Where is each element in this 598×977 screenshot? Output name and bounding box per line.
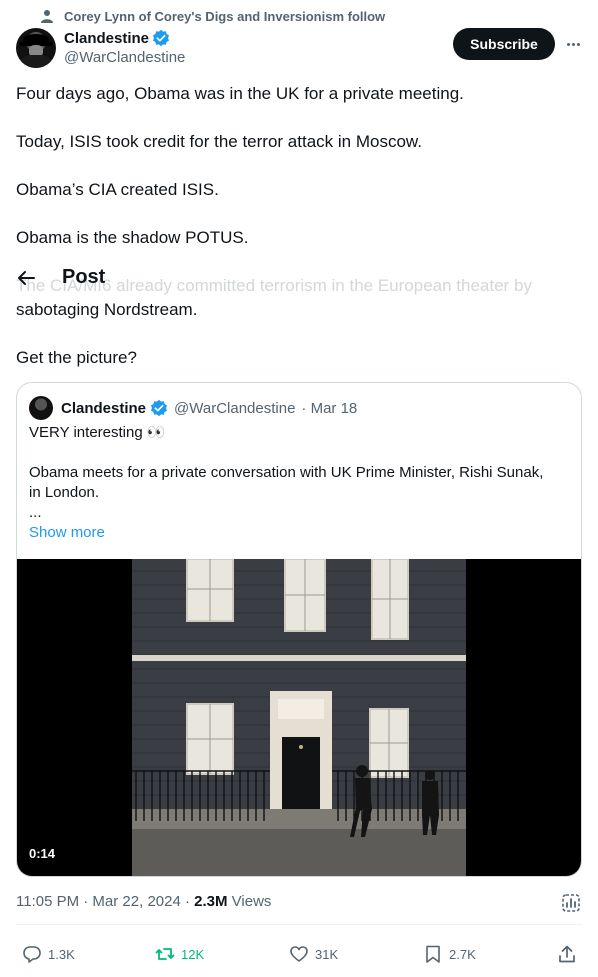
person-icon: [41, 10, 53, 23]
subscribe-button[interactable]: Subscribe: [453, 28, 555, 60]
more-icon[interactable]: [562, 34, 584, 54]
quoted-author-name[interactable]: Clandestine: [61, 400, 146, 417]
quoted-text-line: Obama meets for a private conversation w…: [29, 464, 544, 481]
quoted-date[interactable]: · Mar 18: [301, 400, 357, 417]
quoted-author-handle[interactable]: @WarClandestine: [174, 400, 295, 417]
bookmark-count: 2.7K: [449, 946, 476, 962]
repost-count: 12K: [181, 946, 205, 962]
video-player[interactable]: 0:14: [17, 559, 581, 876]
quoted-text-line: VERY interesting 👀: [29, 424, 166, 441]
author-name-row[interactable]: Clandestine: [64, 29, 170, 47]
analytics-icon[interactable]: [561, 893, 581, 913]
share-button[interactable]: [557, 940, 577, 968]
repost-icon: [155, 948, 175, 960]
repost-button[interactable]: 12K: [155, 940, 204, 968]
author-handle[interactable]: @WarClandestine: [64, 49, 185, 66]
action-bar: 1.3K 12K 31K 2.7K: [0, 940, 598, 968]
social-context[interactable]: Corey Lynn of Corey's Digs and Inversion…: [40, 7, 385, 25]
back-arrow-icon[interactable]: [16, 268, 36, 288]
views-count: 2.3M: [194, 893, 228, 910]
post-timestamp[interactable]: 11:05 PM · Mar 22, 2024 ·: [16, 893, 194, 910]
video-frame: [132, 559, 466, 876]
quoted-header: Clandestine @WarClandestine · Mar 18: [29, 396, 357, 420]
reply-count: 1.3K: [48, 946, 75, 962]
tweet-line: Obama’s CIA created ISIS.: [16, 180, 219, 199]
like-count: 31K: [315, 946, 339, 962]
like-button[interactable]: 31K: [289, 940, 338, 968]
bookmark-icon: [426, 945, 440, 963]
post-header: Post: [16, 266, 105, 289]
divider: [16, 924, 582, 925]
tweet-line: sabotaging Nordstream.: [16, 300, 198, 319]
share-icon: [559, 945, 575, 963]
like-icon: [290, 946, 308, 962]
tweet-line: Four days ago, Obama was in the UK for a…: [16, 84, 464, 103]
bookmark-button[interactable]: 2.7K: [423, 940, 476, 968]
quoted-text-line: in London.: [29, 484, 100, 501]
author-name[interactable]: Clandestine: [64, 30, 149, 47]
video-duration: 0:14: [29, 846, 56, 861]
page-title: Post: [62, 266, 106, 288]
social-context-text: Corey Lynn of Corey's Digs and Inversion…: [64, 8, 386, 24]
tweet-line: Get the picture?: [16, 348, 137, 367]
views-label: Views: [227, 893, 272, 910]
quoted-text-line: ...: [29, 504, 42, 521]
verified-badge-icon: [151, 399, 168, 417]
verified-badge-icon: [153, 29, 170, 47]
quoted-avatar[interactable]: [29, 396, 53, 420]
show-more-link[interactable]: Show more: [29, 523, 105, 543]
reply-icon: [23, 946, 41, 963]
tweet-line: Obama is the shadow POTUS.: [16, 228, 249, 247]
quoted-tweet[interactable]: Clandestine @WarClandestine · Mar 18 VER…: [16, 382, 582, 877]
author-avatar[interactable]: [16, 28, 56, 68]
reply-button[interactable]: 1.3K: [22, 940, 75, 968]
post-meta: 11:05 PM · Mar 22, 2024 · 2.3M Views: [16, 893, 271, 910]
tweet-line: Today, ISIS took credit for the terror a…: [16, 132, 422, 151]
